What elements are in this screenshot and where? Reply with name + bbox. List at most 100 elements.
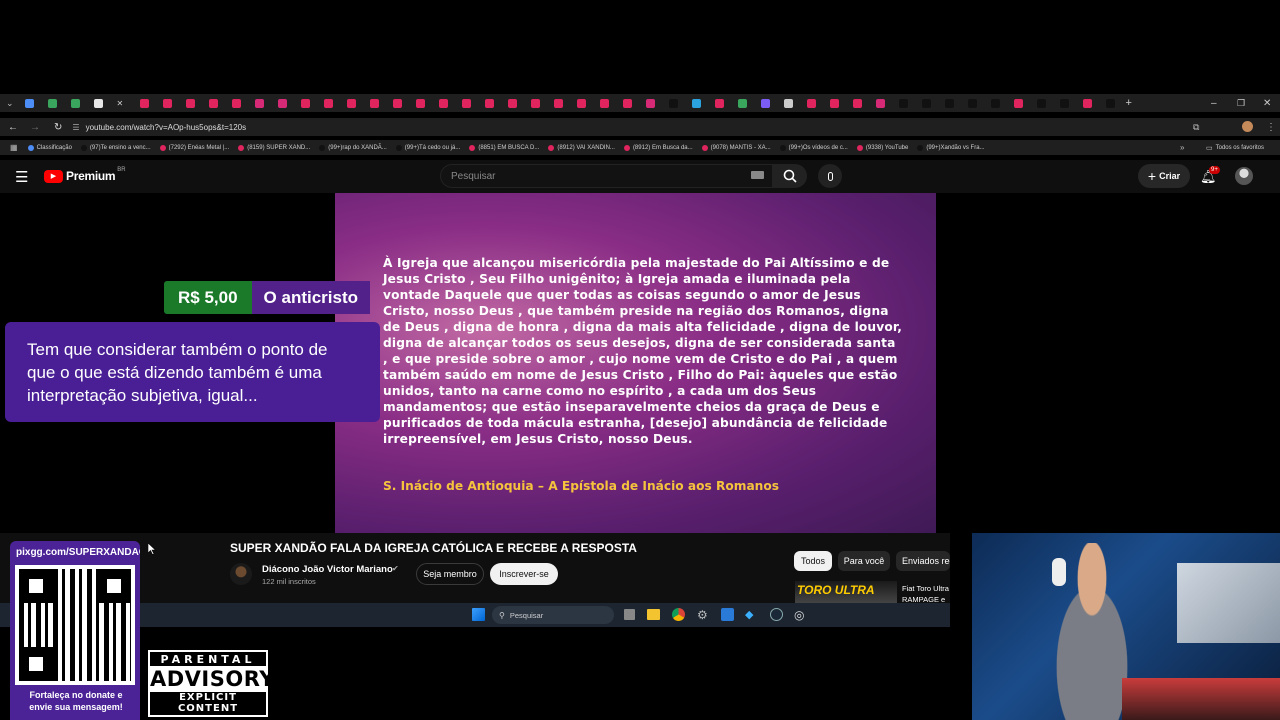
- browser-tab-icon[interactable]: [507, 98, 517, 108]
- browser-tab-icon[interactable]: [392, 98, 402, 108]
- filter-chip-recent[interactable]: Enviados rec: [896, 551, 950, 571]
- browser-tab-icon[interactable]: [783, 98, 793, 108]
- browser-tab-icon[interactable]: [760, 98, 770, 108]
- new-tab-button[interactable]: +: [1126, 97, 1132, 109]
- browser-tab-icon[interactable]: [875, 98, 885, 108]
- bookmark-item[interactable]: (99+)Tá cedo ou já...: [395, 144, 460, 151]
- file-explorer-icon[interactable]: [647, 609, 660, 620]
- back-icon[interactable]: ←: [8, 122, 18, 133]
- browser-tab-icon[interactable]: [944, 98, 954, 108]
- steam-icon[interactable]: [770, 608, 783, 621]
- site-info-icon[interactable]: ☰: [72, 123, 79, 132]
- browser-tab-icon[interactable]: [553, 98, 563, 108]
- all-bookmarks[interactable]: ▭ Todos os favoritos: [1206, 144, 1264, 152]
- taskbar-search[interactable]: ⚲ Pesquisar: [492, 606, 614, 624]
- channel-avatar[interactable]: [230, 563, 252, 585]
- browser-tab-icon[interactable]: [346, 98, 356, 108]
- browser-tab-icon[interactable]: [990, 98, 1000, 108]
- bookmark-item[interactable]: (8912) Em Busca da...: [623, 144, 693, 151]
- browser-tab-icon[interactable]: [898, 98, 908, 108]
- app-icon-2[interactable]: ◆: [745, 608, 753, 621]
- apps-icon[interactable]: ▦: [10, 143, 18, 152]
- extensions-icon[interactable]: ⧉: [1193, 122, 1199, 133]
- browser-tab-icon[interactable]: [369, 98, 379, 108]
- browser-tab-icon[interactable]: [70, 98, 80, 108]
- suggested-title[interactable]: Fiat Toro Ultra RAMPAGE e: [902, 583, 950, 605]
- app-icon-3[interactable]: ◎: [794, 608, 804, 622]
- browser-tab-icon[interactable]: [484, 98, 494, 108]
- minimize-icon[interactable]: –: [1211, 98, 1217, 109]
- browser-tab-icon[interactable]: [1036, 98, 1046, 108]
- browser-tab-icon[interactable]: [139, 98, 149, 108]
- task-view-icon[interactable]: [624, 609, 635, 620]
- keyboard-icon[interactable]: [751, 171, 764, 179]
- browser-tab-icon[interactable]: [162, 98, 172, 108]
- bookmark-item[interactable]: (99+)rap do XANDÃ...: [319, 144, 387, 151]
- profile-avatar[interactable]: [1242, 121, 1253, 132]
- notifications-button[interactable]: 🔔︎ 9+: [1200, 166, 1220, 186]
- browser-tab-icon[interactable]: [829, 98, 839, 108]
- url-field[interactable]: youtube.com/watch?v=AOp-hus5ops&t=120s: [86, 123, 247, 132]
- browser-tab-icon[interactable]: [415, 98, 425, 108]
- subscribe-button[interactable]: Inscrever-se: [490, 563, 558, 585]
- browser-tab-icon[interactable]: [24, 98, 34, 108]
- bookmark-item[interactable]: (99+)Os vídeos de c...: [779, 144, 848, 151]
- maximize-icon[interactable]: ❐: [1237, 98, 1245, 109]
- browser-tab-icon[interactable]: [254, 98, 264, 108]
- search-input[interactable]: Pesquisar: [440, 164, 773, 188]
- app-icon-1[interactable]: [721, 608, 734, 621]
- video-player[interactable]: À Igreja que alcançou misericórdia pela …: [335, 193, 936, 533]
- browser-tab-icon[interactable]: [576, 98, 586, 108]
- account-avatar[interactable]: [1235, 167, 1253, 185]
- browser-tab-icon[interactable]: [277, 98, 287, 108]
- bookmark-item[interactable]: (99+)Xandão vs Fra...: [917, 144, 985, 151]
- bookmark-item[interactable]: (8159) SUPER XAND...: [238, 144, 310, 151]
- youtube-logo[interactable]: ▶ Premium BR: [44, 167, 126, 183]
- create-button[interactable]: + Criar: [1138, 164, 1190, 188]
- filter-chip-for-you[interactable]: Para você: [838, 551, 890, 571]
- browser-tab-icon[interactable]: [806, 98, 816, 108]
- bookmark-item[interactable]: (9338) YouTube: [856, 144, 908, 151]
- browser-tab-icon[interactable]: [300, 98, 310, 108]
- forward-icon[interactable]: →: [30, 122, 40, 133]
- hamburger-menu-icon[interactable]: ☰: [15, 168, 28, 186]
- search-button[interactable]: [773, 164, 807, 188]
- voice-search-button[interactable]: [818, 164, 842, 188]
- browser-tab-icon[interactable]: [921, 98, 931, 108]
- browser-tab-icon[interactable]: [852, 98, 862, 108]
- active-tab-close-icon[interactable]: ✕: [117, 99, 126, 108]
- browser-tab-icon[interactable]: [599, 98, 609, 108]
- browser-tab-icon[interactable]: [622, 98, 632, 108]
- bookmark-item[interactable]: (8912) VAI XANDIN...: [548, 144, 615, 151]
- browser-tab-icon[interactable]: [185, 98, 195, 108]
- browser-tab-icon[interactable]: [461, 98, 471, 108]
- filter-chip-all[interactable]: Todos: [794, 551, 832, 571]
- bookmarks-overflow-icon[interactable]: »: [1180, 143, 1184, 152]
- channel-name[interactable]: Diácono João Victor Mariano: [262, 564, 393, 575]
- suggested-thumbnail[interactable]: TORO ULTRA: [795, 581, 897, 603]
- browser-menu-icon[interactable]: ⋮: [1266, 122, 1276, 133]
- browser-tab-icon[interactable]: [691, 98, 701, 108]
- windows-start-icon[interactable]: [472, 608, 485, 621]
- chrome-icon[interactable]: [672, 608, 685, 621]
- bookmark-item[interactable]: (8851) EM BUSCA D...: [469, 144, 539, 151]
- join-button[interactable]: Seja membro: [416, 563, 484, 585]
- browser-tab-icon[interactable]: [1082, 98, 1092, 108]
- browser-tab-icon[interactable]: [1105, 98, 1115, 108]
- tab-search-icon[interactable]: ⌄: [6, 98, 14, 109]
- browser-tab-icon[interactable]: [668, 98, 678, 108]
- browser-tab-icon[interactable]: [1013, 98, 1023, 108]
- browser-tab-icon[interactable]: [737, 98, 747, 108]
- settings-icon[interactable]: ⚙: [697, 608, 708, 622]
- browser-tab-icon[interactable]: [967, 98, 977, 108]
- browser-tab-icon[interactable]: [323, 98, 333, 108]
- browser-tab-icon[interactable]: [47, 98, 57, 108]
- bookmark-item[interactable]: (9078) MANTIS - XA...: [701, 144, 771, 151]
- bookmark-item[interactable]: (97)Te ensino a venc...: [80, 144, 151, 151]
- bookmark-item[interactable]: Classificação: [27, 144, 72, 151]
- browser-tab-icon[interactable]: [530, 98, 540, 108]
- browser-tab-icon[interactable]: [1059, 98, 1069, 108]
- bookmark-item[interactable]: (7292) Enéas Metal |...: [159, 144, 229, 151]
- browser-tab-icon[interactable]: [645, 98, 655, 108]
- browser-tab-icon[interactable]: [93, 98, 103, 108]
